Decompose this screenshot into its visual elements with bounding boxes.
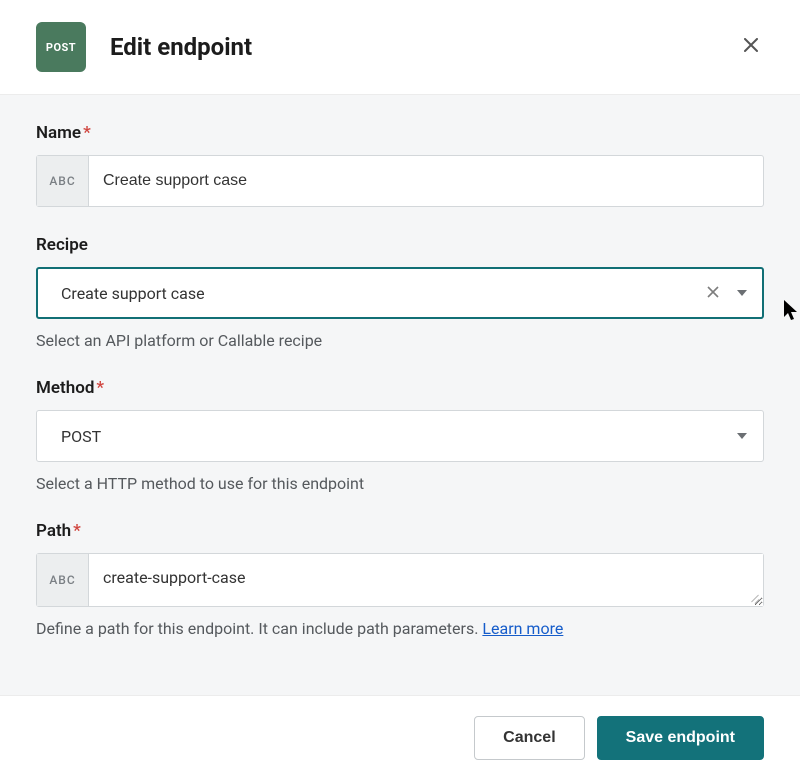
method-label-text: Method [36,378,94,398]
path-helper: Define a path for this endpoint. It can … [36,619,764,638]
path-label: Path* [36,521,764,541]
recipe-select[interactable]: Create support case [36,267,764,319]
required-asterisk: * [83,123,91,143]
cancel-button[interactable]: Cancel [474,716,584,760]
path-helper-text: Define a path for this endpoint. It can … [36,619,482,638]
name-label-text: Name [36,123,81,143]
method-label: Method* [36,378,764,398]
method-helper: Select a HTTP method to use for this end… [36,474,764,493]
modal-body: Name* ABC Recipe Create support case Sel… [0,94,800,696]
modal-header: POST Edit endpoint [0,0,800,94]
method-value: POST [61,427,729,446]
required-asterisk: * [96,378,104,398]
recipe-label: Recipe [36,235,764,255]
learn-more-link[interactable]: Learn more [482,619,563,638]
recipe-value: Create support case [61,284,697,303]
recipe-helper: Select an API platform or Callable recip… [36,331,764,350]
method-badge: POST [36,22,86,72]
chevron-down-icon[interactable] [737,290,747,296]
modal-title: Edit endpoint [110,33,252,61]
resize-handle-icon[interactable] [749,593,759,603]
save-endpoint-button[interactable]: Save endpoint [597,716,764,760]
required-asterisk: * [73,521,81,541]
path-label-text: Path [36,521,71,541]
text-type-icon: ABC [37,156,89,206]
name-label: Name* [36,123,764,143]
chevron-down-icon[interactable] [737,433,747,439]
name-input[interactable] [89,156,763,206]
close-icon[interactable] [738,32,764,62]
name-input-row: ABC [36,155,764,207]
path-input[interactable] [89,554,763,606]
path-input-row: ABC [36,553,764,607]
path-field: Path* ABC Define a path for this endpoin… [36,521,764,638]
recipe-field: Recipe Create support case Select an API… [36,235,764,350]
method-field: Method* POST Select a HTTP method to use… [36,378,764,493]
method-select[interactable]: POST [36,410,764,462]
text-type-icon: ABC [37,554,89,606]
modal-footer: Cancel Save endpoint [0,696,800,780]
name-field: Name* ABC [36,123,764,207]
clear-icon[interactable] [697,284,729,302]
edit-endpoint-modal: POST Edit endpoint Name* ABC Recipe Crea… [0,0,800,780]
